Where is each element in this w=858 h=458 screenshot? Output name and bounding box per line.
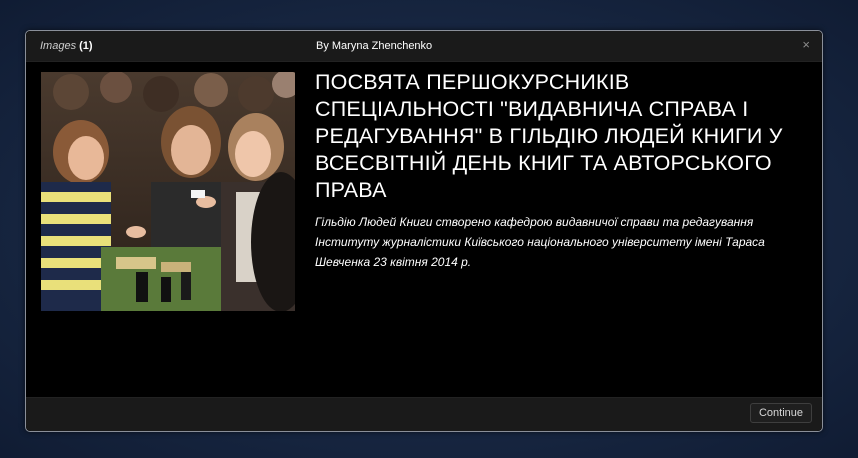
article-content: ПОСВЯТА ПЕРШОКУРСНИКІВ СПЕЦІАЛЬНОСТІ "ВИ… — [315, 69, 805, 272]
images-count: (1) — [79, 40, 93, 52]
image-dialog: Images (1) By Maryna Zhenchenko × ПОСВЯТ… — [25, 30, 823, 432]
article-description: Гільдію Людей Книги створено кафедрою ви… — [315, 215, 765, 269]
crowd-photo-illustration — [41, 72, 295, 311]
close-icon[interactable]: × — [802, 37, 810, 53]
images-label: Images — [40, 40, 77, 52]
author-credit: By Maryna Zhenchenko — [316, 40, 433, 52]
continue-button[interactable]: Continue — [749, 403, 812, 423]
article-title: ПОСВЯТА ПЕРШОКУРСНИКІВ СПЕЦІАЛЬНОСТІ "ВИ… — [315, 70, 783, 202]
event-photo — [41, 72, 295, 311]
dialog-footer: Continue — [26, 397, 822, 431]
dialog-header: Images (1) By Maryna Zhenchenko × — [26, 31, 822, 62]
images-counter: Images (1) — [40, 40, 93, 52]
